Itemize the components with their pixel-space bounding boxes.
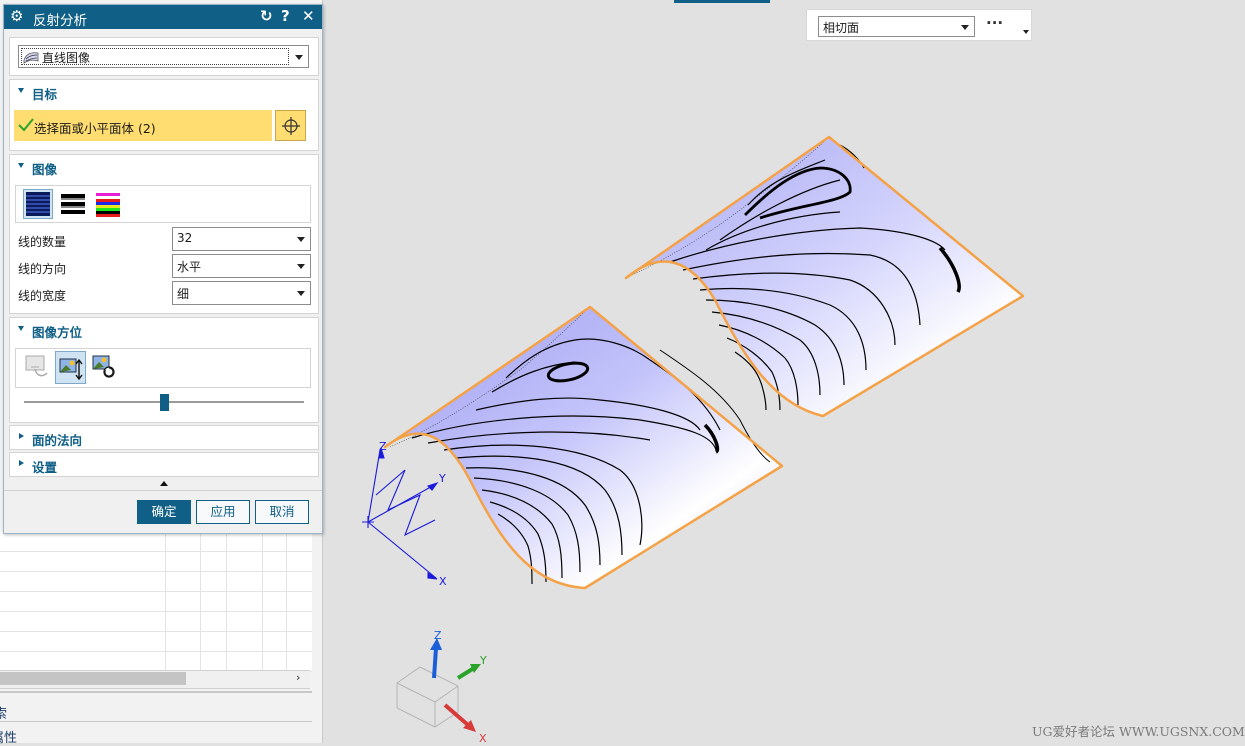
line-width-value: 细 xyxy=(177,287,190,301)
close-icon[interactable]: ✕ xyxy=(302,7,315,25)
line-width-dropdown[interactable]: 细 xyxy=(172,281,311,305)
help-icon[interactable]: ? xyxy=(281,7,290,25)
settings-group[interactable]: 设置 xyxy=(9,452,319,477)
more-options-button[interactable]: ··· xyxy=(986,14,1003,32)
face-normal-group[interactable]: 面的法向 xyxy=(9,425,319,450)
line-direction-value: 水平 xyxy=(177,260,202,274)
image-vertical-icon xyxy=(59,358,83,380)
dark-lines-icon xyxy=(26,192,50,216)
face-normal-group-title: 面的法向 xyxy=(32,433,83,448)
orientation-palette xyxy=(15,348,311,388)
line-width-label: 线的宽度 xyxy=(18,289,67,303)
apply-button[interactable]: 应用 xyxy=(196,500,250,524)
gear-icon[interactable]: ⚙ xyxy=(10,7,23,25)
graphics-viewport[interactable]: Z Y X Z Y X UG爱好者论坛 WWW.UGSNX.COM xyxy=(322,0,1245,743)
target-group: 目标 选择面或小平面体 (2) xyxy=(9,79,319,151)
image-orientation-group: 图像方位 xyxy=(9,317,319,423)
image-type-value: 直线图像 xyxy=(42,51,91,65)
scroll-right-icon[interactable]: › xyxy=(296,671,300,684)
move-image-icon[interactable] xyxy=(25,355,49,379)
gray-lines-style-button[interactable] xyxy=(61,193,85,217)
image-group-header[interactable]: 图像 xyxy=(10,155,318,177)
panel-section-search[interactable]: 索 xyxy=(0,703,7,722)
orientation-slider[interactable] xyxy=(24,394,304,411)
expand-caret-icon xyxy=(19,460,24,466)
collapse-caret-icon xyxy=(18,88,24,93)
cancel-button[interactable]: 取消 xyxy=(255,500,309,524)
select-faces-row[interactable]: 选择面或小平面体 (2) xyxy=(14,110,272,141)
collapse-caret-icon xyxy=(18,163,24,168)
wcs-x-label: X xyxy=(439,575,447,588)
selection-bar: 相切面 ··· xyxy=(806,9,1032,41)
collapse-dialog-icon[interactable] xyxy=(160,481,168,486)
chevron-down-icon xyxy=(297,291,305,296)
panel-section-properties[interactable]: 属性 xyxy=(0,727,17,746)
chevron-down-icon xyxy=(295,55,303,60)
line-count-dropdown[interactable]: 32 xyxy=(172,227,311,251)
rotate-image-button[interactable] xyxy=(55,351,86,384)
triad-y-label: Y xyxy=(479,654,487,667)
select-object-button[interactable] xyxy=(275,110,306,141)
image-group-title: 图像 xyxy=(32,162,58,177)
dialog-separator xyxy=(4,490,322,491)
crosshair-icon xyxy=(282,117,300,135)
image-group: 图像 线的数量 32 线的方向 水平 线的宽度 细 xyxy=(9,154,319,314)
collapse-caret-icon xyxy=(18,326,24,331)
target-group-title: 目标 xyxy=(32,87,58,102)
line-image-icon xyxy=(23,52,39,64)
reset-icon[interactable]: ↻ xyxy=(260,7,273,25)
image-orientation-group-header[interactable]: 图像方位 xyxy=(10,318,318,340)
slider-thumb[interactable] xyxy=(160,394,169,411)
color-lines-style-button[interactable] xyxy=(96,193,120,217)
image-rotate-icon[interactable] xyxy=(92,355,116,379)
target-group-header[interactable]: 目标 xyxy=(10,80,318,102)
triad-z-label: Z xyxy=(434,629,442,642)
image-orientation-group-title: 图像方位 xyxy=(32,325,83,340)
wcs-y-label: Y xyxy=(438,472,446,485)
ok-button[interactable]: 确定 xyxy=(137,500,191,524)
line-count-label: 线的数量 xyxy=(18,235,67,249)
line-count-value: 32 xyxy=(177,231,193,245)
check-icon xyxy=(18,118,34,132)
expand-caret-icon xyxy=(19,433,24,439)
image-type-dropdown[interactable]: 直线图像 xyxy=(18,45,309,68)
line-direction-dropdown[interactable]: 水平 xyxy=(172,254,311,278)
image-style-palette xyxy=(15,185,311,223)
chevron-down-icon xyxy=(961,25,969,30)
line-direction-label: 线的方向 xyxy=(18,262,67,276)
chevron-down-icon xyxy=(297,237,305,242)
dialog-titlebar[interactable]: ⚙ 反射分析 ↻ ? ✕ xyxy=(4,5,322,29)
chevron-down-icon xyxy=(297,264,305,269)
selection-filter-dropdown[interactable]: 相切面 xyxy=(818,16,975,37)
settings-group-title: 设置 xyxy=(32,460,58,475)
reflection-analysis-dialog: ⚙ 反射分析 ↻ ? ✕ 直线图像 目标 选择面或小平面体 (2) 图像 线的数… xyxy=(3,4,323,534)
scrollbar-thumb[interactable] xyxy=(0,672,186,685)
watermark: UG爱好者论坛 WWW.UGSNX.COM xyxy=(1032,724,1245,739)
select-faces-label: 选择面或小平面体 (2) xyxy=(34,121,156,136)
dark-lines-style-button[interactable] xyxy=(23,189,53,219)
selection-filter-value: 相切面 xyxy=(823,21,860,35)
type-group: 直线图像 xyxy=(9,37,319,76)
dialog-title: 反射分析 xyxy=(33,13,87,29)
overflow-chevron-icon[interactable] xyxy=(1023,30,1029,34)
triad-x-label: X xyxy=(479,732,487,743)
wcs-z-label: Z xyxy=(379,440,387,453)
